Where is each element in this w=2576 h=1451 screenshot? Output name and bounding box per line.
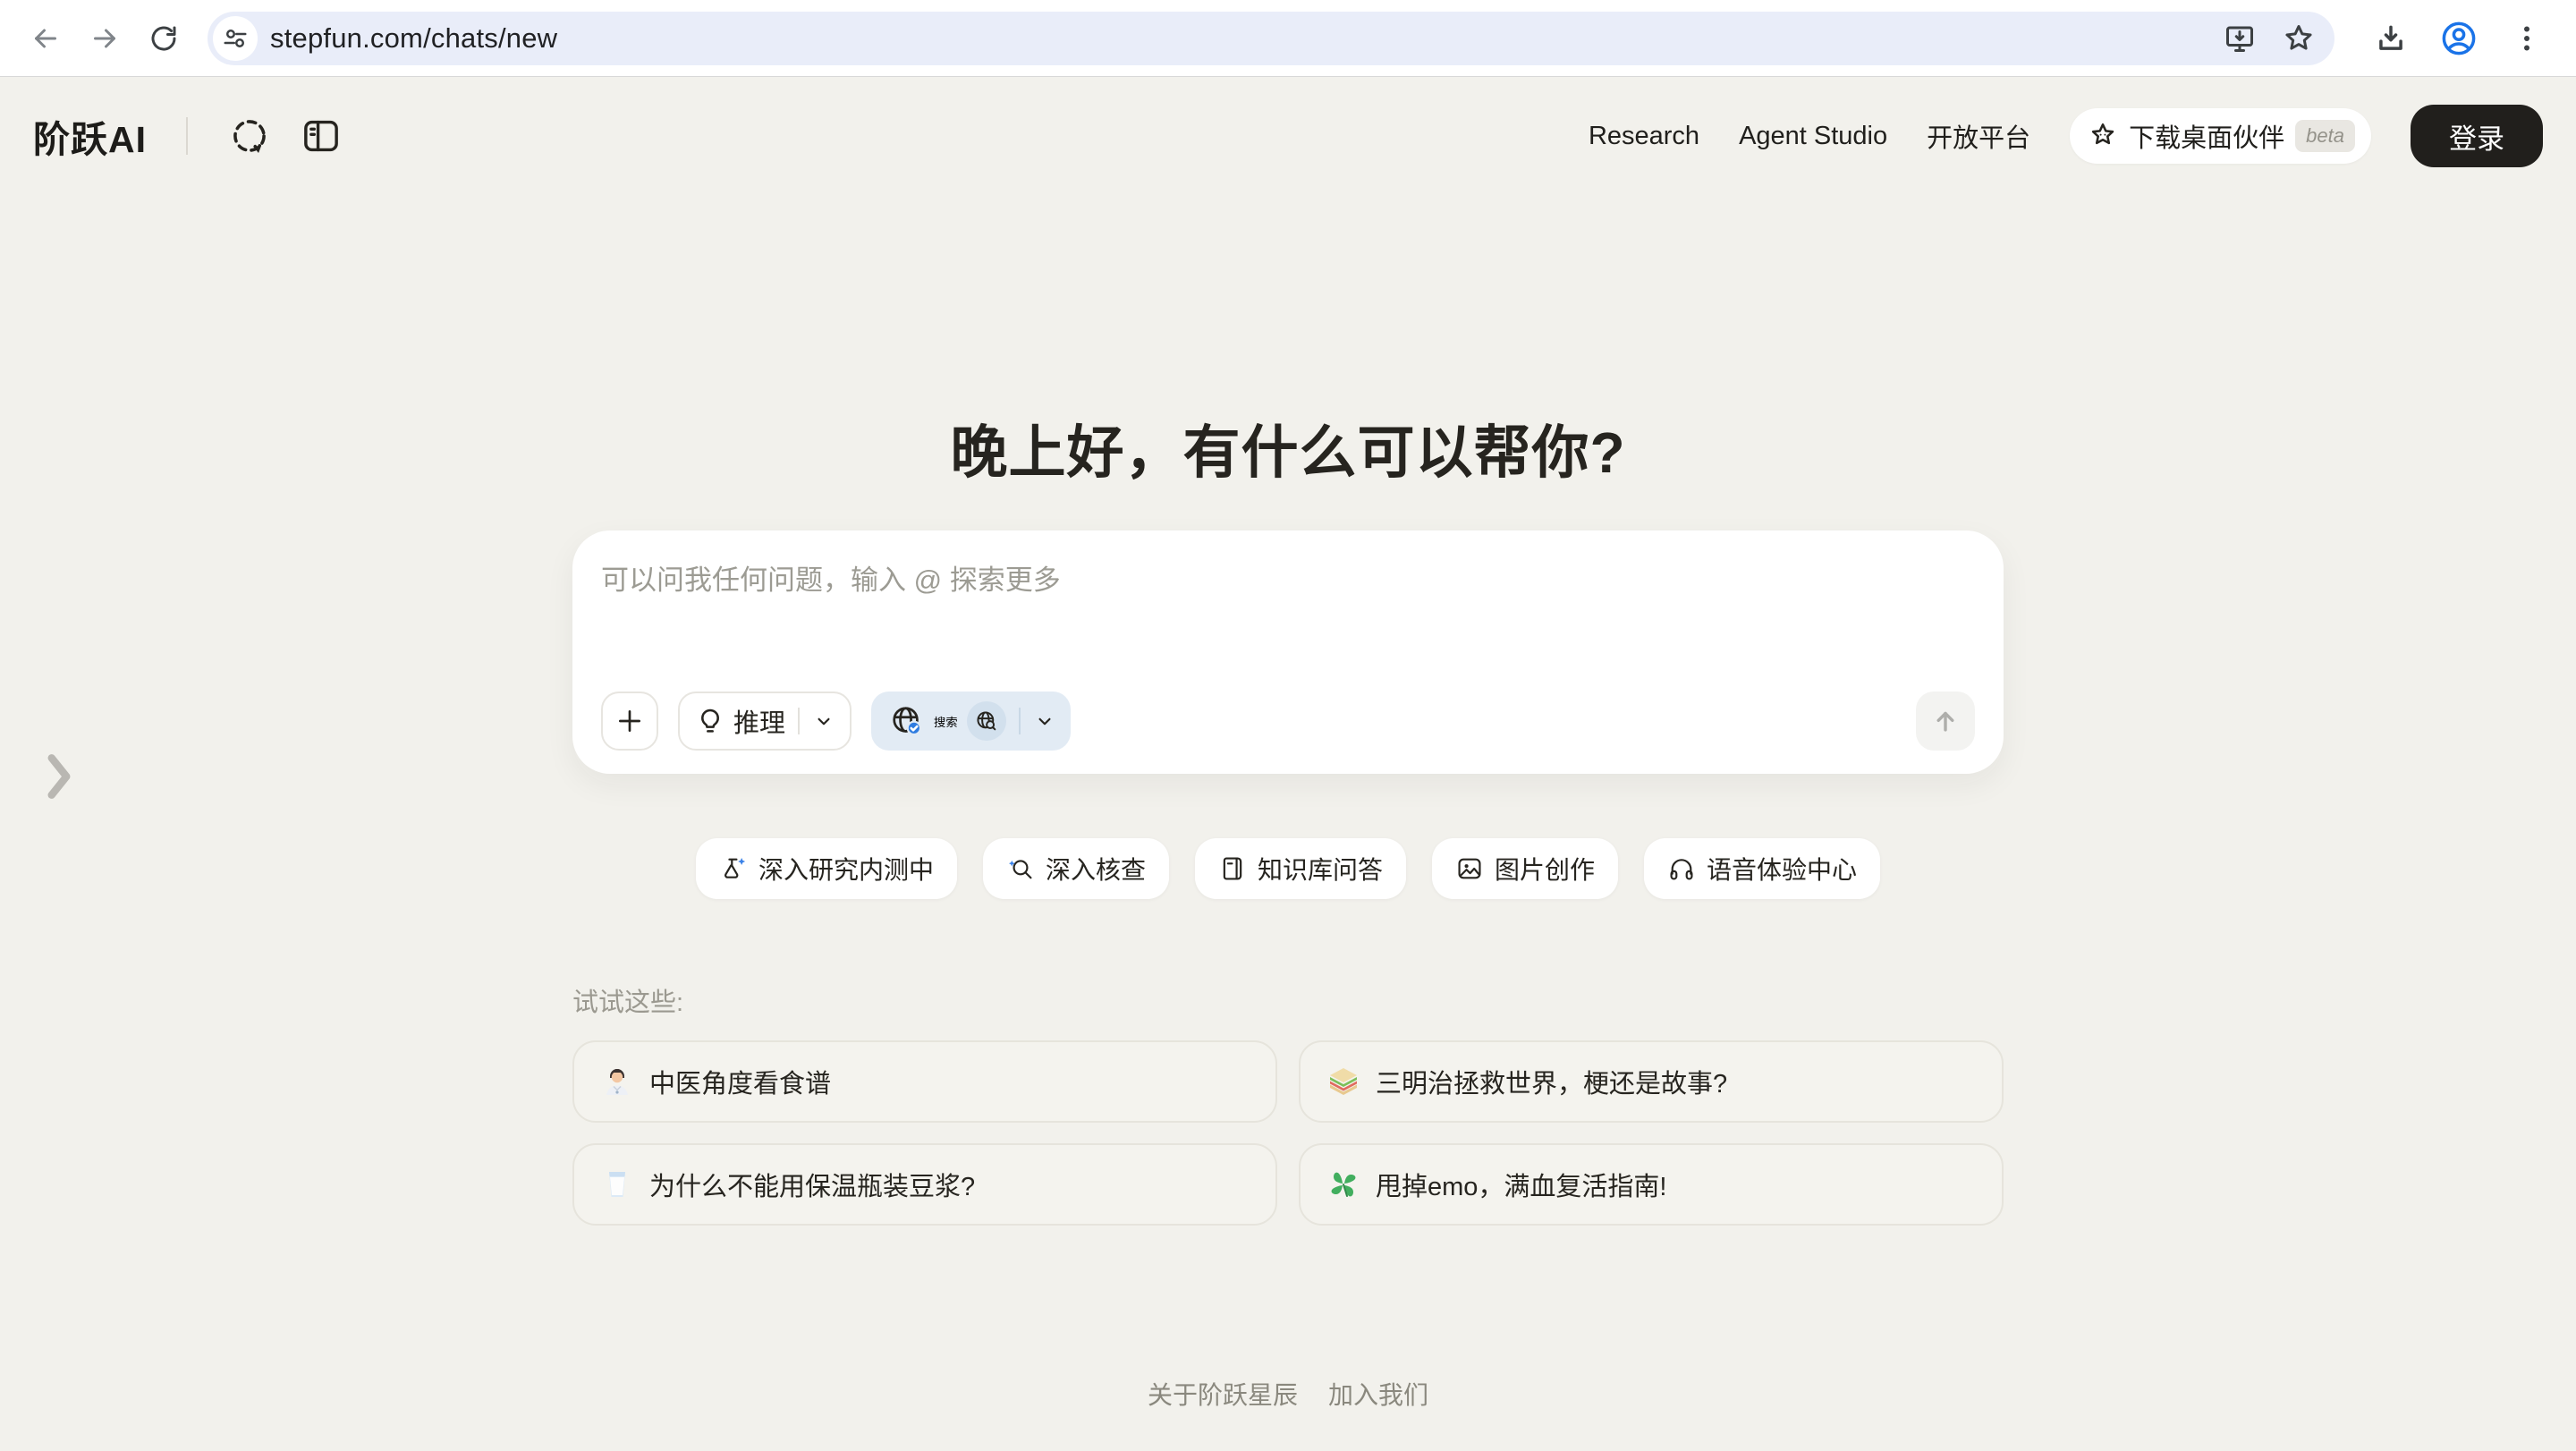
browser-menu-button[interactable] <box>2501 13 2553 64</box>
downloads-button[interactable] <box>2365 13 2417 64</box>
chat-input[interactable] <box>601 530 1975 597</box>
search-scope-badge[interactable] <box>967 701 1006 741</box>
suggestion-card-thermos-soymilk[interactable]: 为什么不能用保温瓶装豆浆? <box>572 1143 1277 1226</box>
nav-agent-studio[interactable]: Agent Studio <box>1739 122 1887 151</box>
browser-toolbar: stepfun.com/chats/new <box>0 0 2576 77</box>
chevron-down-icon <box>812 709 835 733</box>
stepfun-logo[interactable]: 阶跃AI <box>33 109 147 163</box>
chip-deep-verify[interactable]: 深入核查 <box>983 838 1169 899</box>
nav-research[interactable]: Research <box>1589 122 1699 151</box>
button-divider <box>798 708 800 734</box>
stepfun-page: 阶跃AI Research Agent Studio 开放平台 <box>0 78 2576 1451</box>
suggestion-cards: 中医角度看食谱 三明治拯救世界，梗还是故事? <box>572 1040 2004 1226</box>
reasoning-mode-button[interactable]: 推理 <box>678 692 852 751</box>
image-create-icon <box>1455 854 1484 883</box>
suggestion-card-sandwich[interactable]: 三明治拯救世界，梗还是故事? <box>1299 1040 2004 1123</box>
greeting-title: 晚上好，有什么可以帮你? <box>0 407 2576 489</box>
sidebar-panel-icon <box>300 115 343 157</box>
send-button[interactable] <box>1916 692 1975 751</box>
chip-deep-research[interactable]: 深入研究内测中 <box>696 838 957 899</box>
browser-forward-button[interactable] <box>79 13 131 64</box>
site-header: 阶跃AI Research Agent Studio 开放平台 <box>0 78 2576 194</box>
download-desktop-label: 下载桌面伙伴 <box>2129 117 2284 155</box>
lightbulb-icon <box>696 707 724 735</box>
bookmark-star-button[interactable] <box>2275 15 2322 62</box>
forward-arrow-icon <box>89 22 121 55</box>
star-mascot-icon <box>2088 121 2118 151</box>
doctor-emoji <box>601 1065 633 1098</box>
chevron-down-icon <box>1033 709 1056 733</box>
chip-knowledge-base[interactable]: 知识库问答 <box>1195 838 1406 899</box>
footer-join-link[interactable]: 加入我们 <box>1328 1376 1428 1412</box>
site-settings-icon[interactable] <box>213 16 258 61</box>
chat-composer: 推理 <box>572 530 2004 774</box>
download-icon <box>2374 21 2408 55</box>
browser-back-button[interactable] <box>20 13 72 64</box>
refresh-icon <box>148 22 180 55</box>
plus-icon <box>615 707 644 735</box>
sandwich-emoji <box>1327 1065 1360 1098</box>
browser-refresh-button[interactable] <box>138 13 190 64</box>
clover-emoji <box>1327 1168 1360 1201</box>
url-bar[interactable]: stepfun.com/chats/new <box>208 12 2334 65</box>
arrow-up-icon <box>1930 706 1961 736</box>
footer-about-link[interactable]: 关于阶跃星辰 <box>1148 1376 1298 1412</box>
header-divider <box>186 117 188 155</box>
profile-button[interactable] <box>2433 13 2485 64</box>
attach-button[interactable] <box>601 692 658 751</box>
deep-research-icon <box>719 854 748 883</box>
reasoning-label: 推理 <box>733 702 785 740</box>
milk-glass-emoji <box>601 1168 633 1201</box>
beta-badge: beta <box>2295 120 2355 152</box>
chevron-right-icon <box>44 752 74 801</box>
suggestions-section: 试试这些: 中医角度看食谱 <box>572 981 2004 1226</box>
expand-sidebar-button[interactable] <box>34 744 84 809</box>
kebab-menu-icon <box>2511 22 2543 55</box>
globe-check-icon <box>889 703 925 739</box>
nav-open-platform[interactable]: 开放平台 <box>1927 117 2030 155</box>
feature-chips-row: 深入研究内测中 深入核查 <box>0 838 2576 899</box>
suggestion-card-tcm-recipes[interactable]: 中医角度看食谱 <box>572 1040 1277 1123</box>
install-app-button[interactable] <box>2216 15 2263 62</box>
toggle-sidebar-button[interactable] <box>295 110 347 162</box>
composer-toolbar: 推理 <box>601 692 1975 751</box>
search-label: 搜索 <box>934 713 958 730</box>
verify-search-icon <box>1006 854 1035 883</box>
profile-avatar-icon <box>2440 20 2478 57</box>
suggestion-card-emo-recovery[interactable]: 甩掉emo，满血复活指南! <box>1299 1143 2004 1226</box>
login-button[interactable]: 登录 <box>2411 105 2543 167</box>
site-footer: 关于阶跃星辰 加入我们 <box>0 1376 2576 1412</box>
new-chat-button[interactable] <box>224 110 275 162</box>
knowledge-base-icon <box>1218 854 1247 883</box>
voice-center-icon <box>1667 854 1696 883</box>
url-text: stepfun.com/chats/new <box>270 22 2204 55</box>
button-divider <box>1019 708 1021 734</box>
download-desktop-button[interactable]: 下载桌面伙伴 beta <box>2070 108 2371 164</box>
suggestions-title: 试试这些: <box>572 981 2004 1019</box>
dashed-circle-icon <box>227 114 272 158</box>
back-arrow-icon <box>30 22 62 55</box>
chip-voice-center[interactable]: 语音体验中心 <box>1644 838 1880 899</box>
web-search-mode-button[interactable]: 搜索 <box>871 692 1071 751</box>
main-content: 晚上好，有什么可以帮你? 推理 <box>0 407 2576 1226</box>
chip-image-creation[interactable]: 图片创作 <box>1432 838 1618 899</box>
